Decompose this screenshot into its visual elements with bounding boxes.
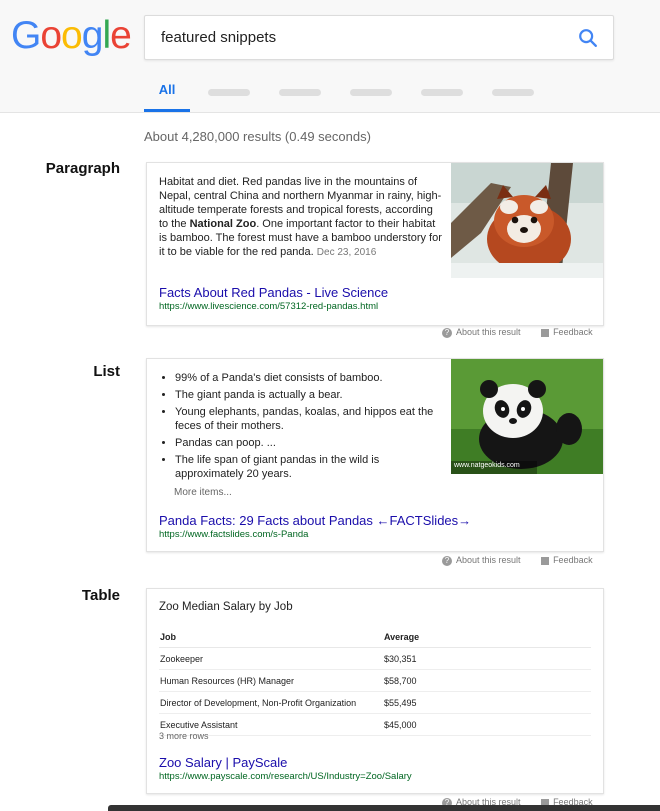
question-icon: ? (442, 555, 452, 566)
logo-letter: l (102, 14, 111, 57)
list-item: 99% of a Panda's diet consists of bamboo… (175, 371, 447, 385)
search-icon[interactable] (577, 27, 599, 49)
result-url[interactable]: https://www.payscale.com/research/US/Ind… (159, 771, 412, 782)
table-snippet-card: Zoo Median Salary by Job Job Average Zoo… (146, 588, 604, 794)
about-result-label: About this result (456, 555, 521, 565)
section-label-paragraph: Paragraph (45, 160, 120, 177)
logo-letter: G (11, 14, 41, 57)
table-row: Human Resources (HR) Manager $58,700 (159, 669, 591, 692)
about-result-link[interactable]: ? About this result (442, 327, 521, 338)
about-result-label: About this result (456, 327, 521, 337)
tab-all[interactable]: All (144, 82, 190, 112)
result-stats: About 4,280,000 results (0.49 seconds) (144, 129, 371, 144)
about-result-link[interactable]: ? About this result (442, 555, 521, 566)
section-label-table: Table (81, 587, 120, 604)
table-header-cell: Average (383, 627, 591, 648)
feedback-link[interactable]: Feedback (523, 555, 593, 565)
giant-panda-illustration (451, 359, 603, 474)
list-item: The giant panda is actually a bear. (175, 388, 447, 402)
feedback-flag-icon (541, 328, 550, 337)
result-title-link[interactable]: Zoo Salary | PayScale (159, 755, 287, 770)
table-title: Zoo Median Salary by Job (159, 601, 293, 613)
table-cell: Human Resources (HR) Manager (159, 669, 383, 692)
feedback-flag-icon (541, 556, 550, 565)
feedback-label: Feedback (553, 327, 593, 337)
paragraph-snippet-card: Habitat and diet. Red pandas live in the… (146, 162, 604, 326)
feedback-label: Feedback (553, 555, 593, 565)
table-row: Zookeeper $30,351 (159, 647, 591, 670)
list-item: Pandas can poop. ... (175, 436, 447, 450)
red-panda-image[interactable] (451, 163, 603, 278)
table-row: Director of Development, Non-Profit Orga… (159, 691, 591, 714)
table-cell: $55,495 (383, 691, 591, 714)
tab-placeholder[interactable] (492, 89, 534, 96)
tab-placeholder[interactable] (421, 89, 463, 96)
snippet-bullet-list: 99% of a Panda's diet consists of bamboo… (161, 371, 447, 484)
feedback-link[interactable]: Feedback (523, 327, 593, 337)
paragraph-text-bold: National Zoo (189, 218, 257, 230)
result-title-link[interactable]: Panda Facts: 29 Facts about Pandas ←FACT… (159, 513, 471, 528)
tab-placeholder[interactable] (208, 89, 250, 96)
image-caption: www.natgeokids.com (454, 462, 520, 469)
header: Google featured snippets All (0, 0, 660, 113)
salary-table: Job Average Zookeeper $30,351 Human Reso… (159, 627, 591, 736)
result-url[interactable]: https://www.factslides.com/s-Panda (159, 529, 308, 540)
snippet-date: Dec 23, 2016 (316, 247, 377, 258)
bottom-scroll-bar (108, 805, 660, 811)
logo-letter: o (61, 14, 83, 57)
more-rows-link[interactable]: 3 more rows (159, 731, 209, 741)
logo-letter: o (40, 14, 62, 57)
logo-letter: e (110, 14, 132, 57)
list-snippet-card: 99% of a Panda's diet consists of bamboo… (146, 358, 604, 552)
result-title-link[interactable]: Facts About Red Pandas - Live Science (159, 285, 388, 300)
tab-placeholder[interactable] (350, 89, 392, 96)
table-cell: $30,351 (383, 647, 591, 670)
tab-all-label: All (158, 82, 176, 97)
section-label-list: List (93, 363, 120, 380)
tab-placeholder[interactable] (279, 89, 321, 96)
paragraph-snippet-text: Habitat and diet. Red pandas live in the… (159, 175, 445, 260)
google-logo[interactable]: Google (11, 14, 132, 58)
list-item: The life span of giant pandas in the wil… (175, 453, 447, 481)
below-card-links: ? About this result Feedback (442, 327, 593, 338)
red-panda-illustration (451, 163, 603, 278)
tab-active-indicator (144, 109, 190, 112)
list-item: Young elephants, pandas, koalas, and hip… (175, 405, 447, 433)
table-cell: Director of Development, Non-Profit Orga… (159, 691, 383, 714)
logo-letter: g (81, 14, 104, 57)
table-header-row: Job Average (159, 627, 591, 648)
more-items-link[interactable]: More items... (174, 487, 232, 498)
table-header-cell: Job (159, 627, 383, 648)
below-card-links: ? About this result Feedback (442, 555, 593, 566)
giant-panda-image[interactable]: www.natgeokids.com (451, 359, 603, 474)
question-icon: ? (442, 327, 452, 338)
search-tabs: All (144, 82, 644, 112)
search-query: featured snippets (161, 29, 277, 46)
table-cell: Zookeeper (159, 647, 383, 670)
result-url[interactable]: https://www.livescience.com/57312-red-pa… (159, 301, 378, 312)
table-cell: $58,700 (383, 669, 591, 692)
table-row: Executive Assistant $45,000 (159, 713, 591, 736)
table-cell: $45,000 (383, 713, 591, 736)
search-input[interactable]: featured snippets (144, 15, 614, 60)
